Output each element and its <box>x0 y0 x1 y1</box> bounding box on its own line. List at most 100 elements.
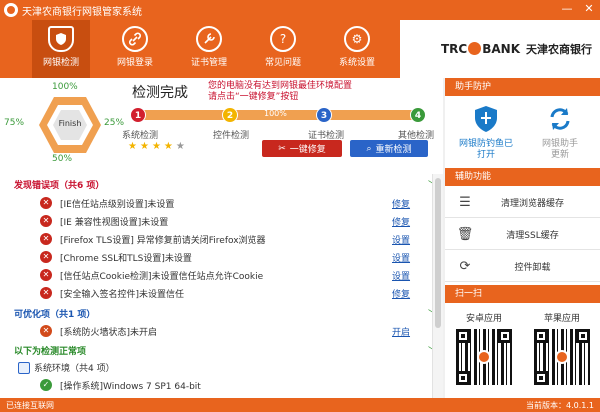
window-controls: — ✕ <box>560 2 596 16</box>
error-icon: ✕ <box>40 251 52 263</box>
refresh-icon: ⟳ <box>459 259 471 274</box>
error-icon: ✕ <box>40 215 52 227</box>
error-row: ✕ [信任站点Cookie检测]未设置信任站点允许Cookie 设置 <box>40 267 410 283</box>
row-action-link[interactable]: 开启 <box>392 325 410 338</box>
row-text: [IE信任站点级别设置]未设置 <box>60 199 175 210</box>
row-text: [信任站点Cookie检测]未设置信任站点允许Cookie <box>60 271 264 282</box>
check-title: 检测完成 <box>132 85 188 101</box>
step-2-label: 控件检测 <box>213 131 250 141</box>
error-icon: ✕ <box>40 233 52 245</box>
star-icon: ★ <box>128 141 137 152</box>
step-1-dot: 1 <box>130 107 146 123</box>
progress-value: 100% <box>264 109 287 118</box>
error-row: ✕ [Chrome SSL和TLS设置]未设置 设置 <box>40 249 410 265</box>
clear-ssl-cache-button[interactable]: 🗑 清理SSL缓存 <box>445 220 600 250</box>
clear-browser-cache-button[interactable]: ☰ 清理浏览器缓存 <box>445 188 600 218</box>
star-icon: ★ <box>163 141 173 152</box>
pct-top: 100% <box>52 82 78 92</box>
window-title: 天津农商银行网银管家系统 <box>22 6 142 18</box>
tab-label: 网银检测 <box>42 58 79 68</box>
result-list-scrollbar[interactable] <box>432 174 443 398</box>
check-status: 100% 75% 25% 50% Finish 检测完成 您的电脑没有达到网银最… <box>0 78 443 168</box>
star-icon: ★ <box>151 141 161 152</box>
scan-header: 扫一扫 <box>445 285 600 303</box>
uninstall-control-button[interactable]: ⟳ 控件卸载 <box>445 252 600 282</box>
minimize-icon[interactable]: — <box>560 2 574 16</box>
tab-bank-check[interactable]: 网银检测 <box>32 20 90 78</box>
anti-phishing-helper[interactable]: 网银防钓鱼已 打开 <box>451 102 521 161</box>
brand-logo-icon <box>468 42 482 55</box>
step-4-dot: 4 <box>410 107 426 123</box>
tab-faq[interactable]: ? 常见问题 <box>254 20 312 78</box>
search-icon: ⌕ <box>366 143 372 154</box>
star-icon: ★ <box>139 141 149 152</box>
func-label: 清理SSL缓存 <box>506 231 559 241</box>
row-text: [系统防火墙状态]未开启 <box>60 327 158 338</box>
error-row: ✕ [IE 兼容性视图设置]未设置 修复 <box>40 213 410 229</box>
row-text: [Chrome SSL和TLS设置]未设置 <box>60 253 192 264</box>
brand-name: 天津农商银行 <box>526 43 592 56</box>
func-label: 清理浏览器缓存 <box>500 199 564 209</box>
side-panel: 助手防护 网银防钓鱼已 打开 网银助手 更新 辅助功能 ☰ 清理浏览器缓存 🗑 … <box>445 78 600 398</box>
check-progress-bar: 100% 1 2 3 4 <box>130 107 426 123</box>
helper-label: 网银助手 <box>541 139 578 149</box>
wrench-icon: ✂ <box>278 143 286 154</box>
recheck-button[interactable]: ⌕ 重新检测 <box>350 140 428 157</box>
scrollbar-thumb[interactable] <box>435 178 441 328</box>
warning-icon: ✕ <box>40 325 52 337</box>
error-row: ✕ [安全输入签名控件]未设置信任 修复 <box>40 285 410 301</box>
errors-header: 发现错误项（共6 项） <box>14 181 105 191</box>
notice-text: 您的电脑没有达到网银最佳环境配置 请点击“一键修复”按钮 <box>208 81 408 103</box>
question-icon: ? <box>270 26 296 52</box>
error-icon: ✕ <box>40 269 52 281</box>
normal-row: ✓ [操作系统]Windows 7 SP1 64-bit <box>40 377 410 393</box>
row-action-link[interactable]: 修复 <box>392 215 410 228</box>
helper-label: 网银防钓鱼已 <box>458 139 513 149</box>
one-click-fix-button[interactable]: ✂ 一键修复 <box>262 140 342 157</box>
row-action-link[interactable]: 修复 <box>392 287 410 300</box>
connection-status: 已连接互联网 <box>6 400 54 410</box>
button-label: 一键修复 <box>289 145 326 155</box>
row-action-link[interactable]: 设置 <box>392 233 410 246</box>
row-action-link[interactable]: 修复 <box>392 197 410 210</box>
bank-brand: TRC BANK 天津农商银行 <box>400 20 600 78</box>
optimizable-row: ✕ [系统防火墙状态]未开启 开启 <box>40 323 410 339</box>
tab-label: 常见问题 <box>264 58 301 68</box>
row-action-link[interactable]: 设置 <box>392 269 410 282</box>
tab-label: 网银登录 <box>116 58 153 68</box>
error-icon: ✕ <box>40 197 52 209</box>
row-action-link[interactable]: 设置 <box>392 251 410 264</box>
ios-qr: 苹果应用 <box>531 311 593 387</box>
tools-icon <box>196 26 222 52</box>
finish-hexagon: Finish <box>38 96 102 154</box>
step-3-dot: 3 <box>316 107 332 123</box>
error-row: ✕ [IE信任站点级别设置]未设置 修复 <box>40 195 410 211</box>
helper-update[interactable]: 网银助手 更新 <box>525 102 595 161</box>
qr-label: 安卓应用 <box>465 314 502 324</box>
pct-bottom: 50% <box>52 154 73 164</box>
helper-header: 助手防护 <box>445 78 600 96</box>
bank-logo-icon <box>4 3 18 17</box>
progress-hexagon: 100% 75% 25% 50% Finish <box>4 82 124 166</box>
qr-code-image <box>454 327 514 387</box>
tab-bank-login[interactable]: 网银登录 <box>106 20 164 78</box>
close-icon[interactable]: ✕ <box>582 2 596 16</box>
notice-line: 请点击“一键修复”按钮 <box>208 92 299 102</box>
row-text: [安全输入签名控件]未设置信任 <box>60 289 185 300</box>
tab-settings[interactable]: ⚙ 系统设置 <box>328 20 386 78</box>
qr-code-image <box>532 327 592 387</box>
star-icon: ★ <box>175 141 185 152</box>
status-bar: 已连接互联网 当前版本：4.0.1.1 <box>0 398 600 412</box>
pct-left: 75% <box>4 118 25 128</box>
notice-line: 您的电脑没有达到网银最佳环境配置 <box>208 81 353 91</box>
error-icon: ✕ <box>40 287 52 299</box>
normal-header: 以下为检测正常项 <box>14 347 87 357</box>
shield-icon <box>469 102 503 136</box>
tab-cert-manage[interactable]: 证书管理 <box>180 20 238 78</box>
row-text: [操作系统]Windows 7 SP1 64-bit <box>60 381 201 392</box>
error-row: ✕ [Firefox TLS设置] 异常修复前请关闭Firefox浏览器 设置 <box>40 231 410 247</box>
system-env-group[interactable]: 系统环境（共4 项） <box>18 361 115 374</box>
row-text: [IE 兼容性视图设置]未设置 <box>60 217 169 228</box>
func-label: 控件卸载 <box>514 263 551 273</box>
check-panel: 100% 75% 25% 50% Finish 检测完成 您的电脑没有达到网银最… <box>0 78 443 398</box>
